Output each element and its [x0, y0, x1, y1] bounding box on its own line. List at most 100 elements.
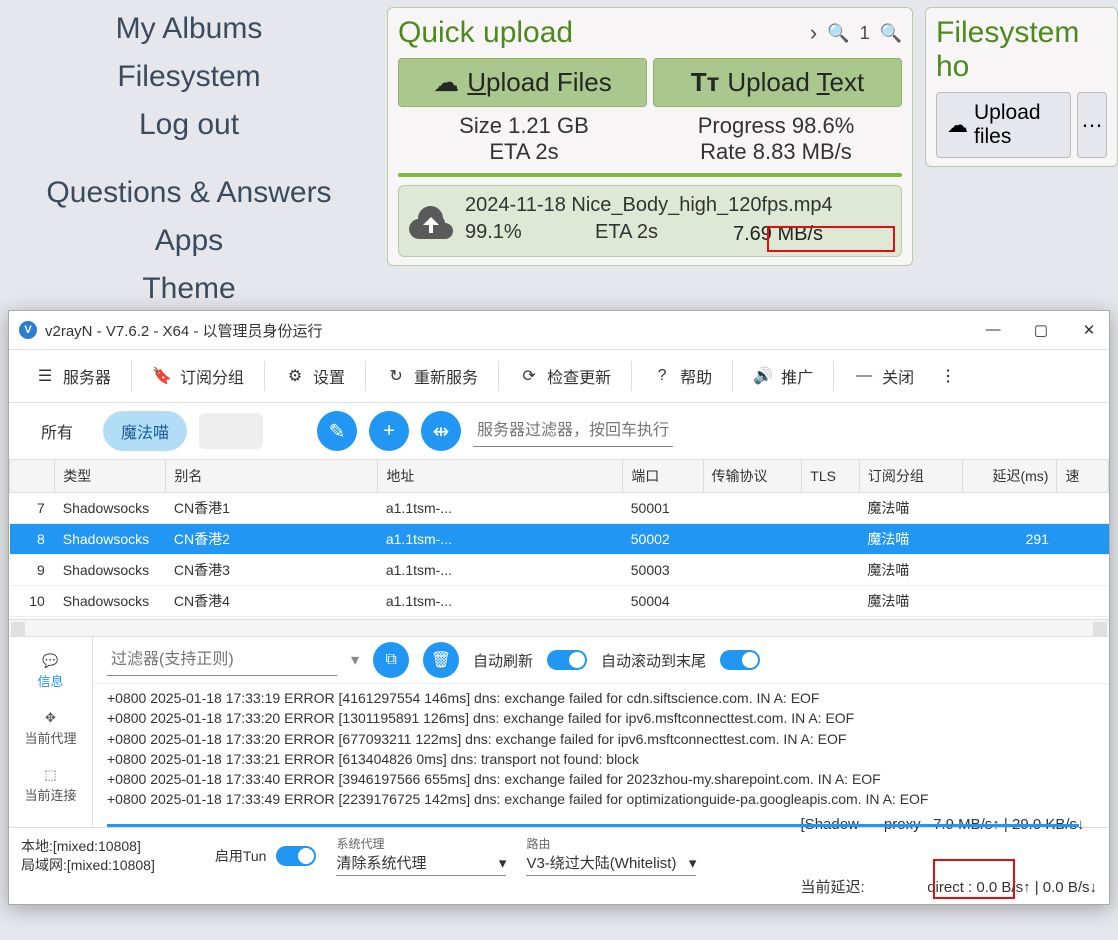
th-type[interactable]: 类型	[55, 460, 166, 493]
gear-icon: ⚙	[285, 366, 305, 386]
file-eta: ETA 2s	[595, 221, 725, 248]
next-icon[interactable]: ›	[810, 20, 817, 46]
nav-apps[interactable]: Apps	[0, 217, 378, 265]
tun-label: 启用Tun	[215, 846, 267, 866]
lan-addr: 局域网:[mixed:10808]	[21, 856, 155, 874]
zoom-out-icon[interactable]: 🔍	[880, 23, 902, 44]
sidebar: My Albums Filesystem Log out Questions &…	[0, 0, 378, 310]
filesystem-panel: Filesystem ho ☁ Upload files ⋯	[925, 7, 1118, 167]
maximize-button[interactable]: ▢	[1031, 321, 1051, 339]
tb-settings[interactable]: ⚙设置	[273, 356, 357, 396]
tab-all[interactable]: 所有	[23, 411, 91, 451]
nav-filesystem[interactable]: Filesystem	[0, 53, 378, 101]
local-addr: 本地:[mixed:10808]	[21, 837, 155, 855]
upload-file-card: 2024-11-18 Nice_Body_high_120fps.mp4 99.…	[398, 185, 902, 257]
rate-label: Rate 8.83 MB/s	[650, 139, 902, 165]
highlight-box	[767, 226, 895, 252]
upload-text-button[interactable]: Tᴛ Upload Text	[653, 58, 902, 107]
log-line: +0800 2025-01-18 17:33:19 ERROR [4161297…	[107, 688, 1095, 708]
th-proto[interactable]: 传输协议	[703, 460, 802, 493]
tb-subscriptions[interactable]: 🔖订阅分组	[140, 356, 256, 396]
edit-button[interactable]: ✎	[317, 411, 357, 451]
log-line: +0800 2025-01-18 17:33:49 ERROR [2239176…	[107, 789, 1095, 809]
titlebar[interactable]: V v2rayN - V7.6.2 - X64 - 以管理员身份运行 — ▢ ✕	[9, 311, 1109, 349]
tb-help[interactable]: ?帮助	[640, 356, 724, 396]
message-icon: 💬	[42, 653, 58, 669]
log-output[interactable]: +0800 2025-01-18 17:33:19 ERROR [4161297…	[93, 683, 1109, 827]
nav-logout[interactable]: Log out	[0, 101, 378, 149]
overflow-button[interactable]: ⋯	[1077, 92, 1107, 158]
auto-scroll-label: 自动滚动到末尾	[601, 650, 706, 671]
th-tls[interactable]: TLS	[802, 460, 860, 493]
tb-close[interactable]: —关闭	[842, 356, 926, 396]
horizontal-scrollbar[interactable]	[9, 619, 1109, 637]
file-pct: 99.1%	[465, 221, 595, 248]
split-button[interactable]: ⇹	[421, 411, 461, 451]
blurred-region	[199, 413, 263, 449]
file-name: 2024-11-18 Nice_Body_high_120fps.mp4	[465, 194, 893, 217]
server-table: 类型 别名 地址 端口 传输协议 TLS 订阅分组 延迟(ms) 速 7Shad…	[9, 459, 1109, 619]
progress-bar	[398, 173, 902, 177]
log-filter-input[interactable]	[107, 645, 337, 676]
close-button[interactable]: ✕	[1079, 321, 1099, 339]
tb-restart[interactable]: ↻重新服务	[374, 356, 490, 396]
bookmark-icon: 🔖	[152, 366, 172, 386]
panel-title: Quick upload	[398, 16, 573, 50]
tb-servers[interactable]: ☰服务器	[23, 356, 123, 396]
zoom-in-icon[interactable]: 🔍	[827, 23, 849, 44]
tab-info[interactable]: 💬 信息	[31, 647, 69, 696]
cloud-upload-icon: ☁	[947, 113, 968, 138]
text-icon: Tᴛ	[691, 67, 720, 98]
tb-promo[interactable]: 🔊推广	[741, 356, 825, 396]
th-port[interactable]: 端口	[623, 460, 703, 493]
highlight-box	[933, 859, 1015, 899]
minimize-button[interactable]: —	[983, 321, 1003, 339]
eta-label: ETA 2s	[398, 139, 650, 165]
delete-button[interactable]: 🗑	[423, 642, 459, 678]
th-speed[interactable]: 速	[1057, 460, 1109, 493]
minus-icon: —	[854, 366, 874, 386]
pencil-icon: ✎	[329, 419, 346, 444]
megaphone-icon: 🔊	[753, 366, 773, 386]
th-sub[interactable]: 订阅分组	[859, 460, 962, 493]
copy-button[interactable]: ⧉	[373, 642, 409, 678]
auto-scroll-toggle[interactable]	[720, 650, 760, 670]
kebab-icon[interactable]: ⋮	[940, 366, 956, 386]
tab-current-proxy[interactable]: ✥ 当前代理	[18, 704, 82, 753]
toolbar: ☰服务器 🔖订阅分组 ⚙设置 ↻重新服务 ⟳检查更新 ?帮助 🔊推广 —关闭 ⋮	[9, 349, 1109, 403]
log-line: +0800 2025-01-18 17:33:20 ERROR [6770932…	[107, 729, 1095, 749]
tab-magic[interactable]: 魔法喵	[103, 411, 187, 451]
server-filter-input[interactable]	[473, 416, 673, 447]
chevron-down-icon: ▾	[689, 854, 697, 872]
table-row[interactable]: 10ShadowsocksCN香港4a1.1tsm-...50004魔法喵	[10, 586, 1109, 617]
copy-icon: ⧉	[385, 651, 396, 669]
upload-files-button[interactable]: ☁ Upload Files	[398, 58, 647, 107]
update-icon: ⟳	[519, 366, 539, 386]
subbar: 所有 魔法喵 ✎ + ⇹	[9, 403, 1109, 459]
tun-toggle[interactable]	[276, 846, 316, 866]
th-delay[interactable]: 延迟(ms)	[962, 460, 1057, 493]
plus-icon: +	[383, 420, 395, 443]
table-row[interactable]: 7ShadowsocksCN香港1a1.1tsm-...50001魔法喵	[10, 493, 1109, 524]
app-logo-icon: V	[19, 321, 37, 339]
servers-icon: ☰	[35, 366, 55, 386]
add-button[interactable]: +	[369, 411, 409, 451]
upload-files-button[interactable]: ☁ Upload files	[936, 92, 1071, 158]
tab-connections[interactable]: ⬚ 当前连接	[18, 761, 82, 810]
trash-icon: 🗑	[431, 650, 451, 670]
chevron-down-icon: ▾	[499, 854, 507, 872]
table-row[interactable]: 9ShadowsocksCN香港3a1.1tsm-...50003魔法喵	[10, 555, 1109, 586]
tb-check-update[interactable]: ⟳检查更新	[507, 356, 623, 396]
th-addr[interactable]: 地址	[378, 460, 623, 493]
log-line: +0800 2025-01-18 17:33:20 ERROR [1301195…	[107, 708, 1095, 728]
nav-qa[interactable]: Questions & Answers	[0, 169, 378, 217]
auto-refresh-toggle[interactable]	[547, 650, 587, 670]
sysproxy-select[interactable]: 清除系统代理▾	[336, 852, 506, 876]
size-label: Size 1.21 GB	[398, 113, 650, 139]
table-row[interactable]: 8ShadowsocksCN香港2a1.1tsm-...50002魔法喵291	[10, 524, 1109, 555]
help-icon: ?	[652, 366, 672, 386]
th-alias[interactable]: 别名	[166, 460, 378, 493]
nav-my-albums[interactable]: My Albums	[0, 5, 378, 53]
route-select[interactable]: V3-绕过大陆(Whitelist)▾	[526, 852, 696, 876]
nav-theme[interactable]: Theme	[0, 265, 378, 313]
